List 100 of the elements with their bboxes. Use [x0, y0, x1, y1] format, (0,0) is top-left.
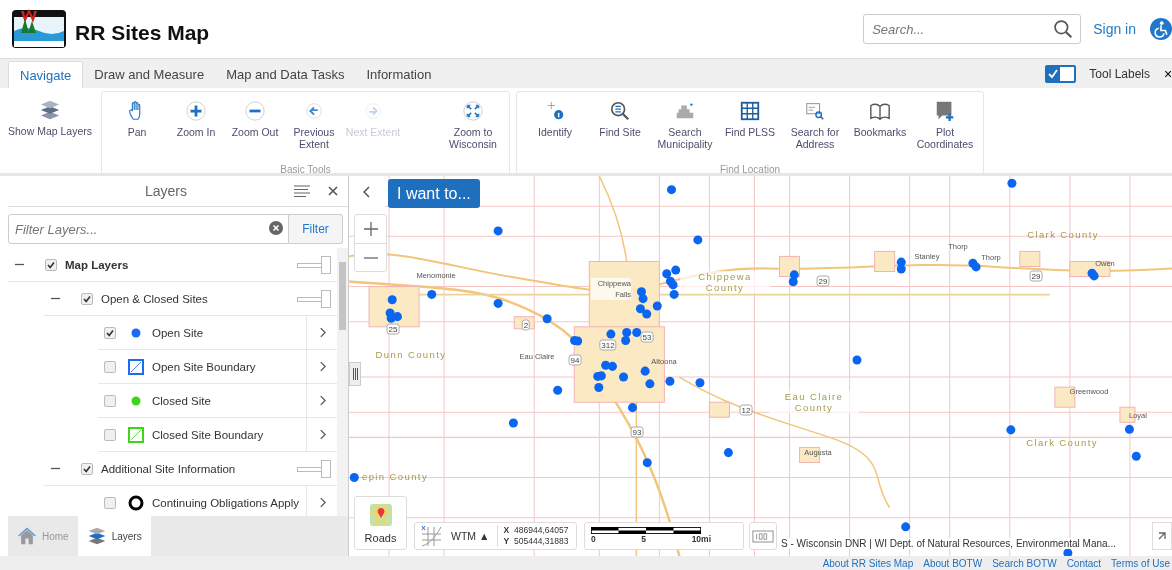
site-marker[interactable]: [1007, 178, 1017, 188]
site-marker[interactable]: [896, 264, 906, 274]
footer-link[interactable]: Contact: [1066, 557, 1102, 569]
close-icon[interactable]: [328, 186, 338, 196]
toolbar-button[interactable]: Bookmarks: [848, 92, 912, 158]
layer-checkbox[interactable]: [104, 360, 116, 373]
site-marker[interactable]: [628, 403, 637, 413]
site-marker[interactable]: [493, 226, 503, 236]
toolbar-button[interactable]: Zoom to Wisconsin: [443, 92, 503, 158]
menu-icon[interactable]: [294, 185, 310, 197]
opacity-slider[interactable]: [297, 255, 331, 274]
layer-checkbox[interactable]: [104, 428, 116, 441]
close-button[interactable]: ×: [1164, 65, 1172, 82]
site-marker[interactable]: [669, 289, 679, 299]
layer-name[interactable]: Additional Site Information: [101, 462, 297, 475]
basemap-button[interactable]: Roads: [354, 496, 407, 550]
site-marker[interactable]: [1131, 451, 1141, 461]
site-marker[interactable]: [573, 336, 583, 346]
site-marker[interactable]: [640, 366, 650, 376]
layer-name[interactable]: Open Site Boundary: [152, 360, 306, 373]
footer-link[interactable]: Search BOTW: [992, 557, 1057, 569]
search-field[interactable]: Search...: [863, 14, 1082, 44]
layer-name[interactable]: Map Layers: [65, 258, 297, 271]
site-marker[interactable]: [723, 448, 733, 458]
site-marker[interactable]: [387, 295, 397, 305]
site-marker[interactable]: [1006, 425, 1016, 435]
site-marker[interactable]: [642, 309, 652, 319]
site-marker[interactable]: [1089, 271, 1099, 281]
search-icon[interactable]: [1053, 19, 1074, 39]
layer-name[interactable]: Open & Closed Sites: [101, 292, 297, 305]
toolbar-button[interactable]: Previous Extent: [285, 92, 343, 158]
site-marker[interactable]: [652, 301, 662, 311]
site-marker[interactable]: [1124, 424, 1134, 434]
ribbon-tab[interactable]: Map and Data Tasks: [215, 61, 356, 88]
layer-checkbox[interactable]: [104, 496, 116, 509]
layer-checkbox[interactable]: [81, 462, 93, 475]
site-marker[interactable]: [645, 379, 655, 389]
site-marker[interactable]: [667, 185, 676, 195]
site-marker[interactable]: [668, 280, 678, 290]
site-marker[interactable]: [852, 355, 862, 365]
projection-selector[interactable]: WTM ▲: [451, 530, 490, 542]
site-marker[interactable]: [671, 265, 681, 275]
site-marker[interactable]: [607, 361, 617, 371]
toolbar-button[interactable]: Plot Coordinates: [913, 92, 977, 158]
chevron-right-icon[interactable]: [318, 497, 326, 508]
ribbon-tab[interactable]: Information: [355, 61, 443, 88]
footer-link[interactable]: Terms of Use: [1111, 557, 1170, 569]
site-marker[interactable]: [622, 328, 632, 338]
toolbar-button[interactable]: Find Site: [588, 92, 652, 158]
scrollbar[interactable]: [337, 248, 348, 516]
chevron-right-icon[interactable]: [318, 327, 326, 338]
opacity-slider[interactable]: [297, 289, 331, 308]
site-marker[interactable]: [971, 262, 981, 272]
filter-button[interactable]: Filter: [289, 214, 343, 244]
layer-checkbox[interactable]: [81, 292, 93, 305]
layer-checkbox[interactable]: [45, 258, 57, 271]
layer-name[interactable]: Closed Site: [152, 394, 306, 407]
layer-checkbox[interactable]: [104, 326, 116, 339]
site-marker[interactable]: [606, 329, 616, 339]
site-marker[interactable]: [662, 269, 672, 279]
site-marker[interactable]: [665, 376, 675, 386]
panel-resize-handle[interactable]: [349, 362, 361, 386]
ribbon-tab[interactable]: Draw and Measure: [83, 61, 216, 88]
tool-labels-toggle[interactable]: [1045, 64, 1077, 83]
site-marker[interactable]: [638, 294, 648, 304]
sign-in-link[interactable]: Sign in: [1093, 21, 1136, 37]
site-marker[interactable]: [621, 335, 631, 345]
site-marker[interactable]: [427, 289, 437, 299]
toolbar-button[interactable]: Search for Address: [783, 92, 847, 158]
site-marker[interactable]: [349, 472, 359, 482]
toolbar-button[interactable]: Zoom Out: [226, 92, 284, 158]
site-marker[interactable]: [901, 522, 911, 532]
footer-link[interactable]: About RR Sites Map: [822, 557, 914, 569]
ribbon-tab[interactable]: Navigate: [8, 61, 84, 88]
chevron-right-icon[interactable]: [318, 429, 326, 440]
toolbar-button[interactable]: Find PLSS: [718, 92, 782, 158]
chevron-right-icon[interactable]: [318, 361, 326, 372]
i-want-to-button[interactable]: I want to...: [388, 179, 480, 208]
opacity-slider[interactable]: [297, 459, 331, 478]
site-marker[interactable]: [553, 385, 563, 395]
site-marker[interactable]: [632, 328, 642, 338]
site-marker[interactable]: [508, 418, 518, 428]
site-marker[interactable]: [642, 458, 652, 468]
panel-tab[interactable]: Layers: [77, 516, 151, 556]
site-marker[interactable]: [542, 314, 552, 324]
site-marker[interactable]: [896, 257, 906, 267]
site-marker[interactable]: [392, 312, 402, 322]
footer-link[interactable]: About BOTW: [923, 557, 983, 569]
clear-icon[interactable]: [269, 221, 283, 235]
site-marker[interactable]: [1063, 548, 1073, 556]
layer-name[interactable]: Continuing Obligations Apply: [152, 496, 306, 509]
chevron-right-icon[interactable]: [318, 395, 326, 406]
site-marker[interactable]: [594, 383, 604, 393]
toolbar-button[interactable]: Search Municipality: [653, 92, 717, 158]
site-marker[interactable]: [693, 235, 703, 245]
site-marker[interactable]: [493, 298, 503, 308]
show-map-layers-button[interactable]: Show Map Layers: [5, 91, 95, 157]
filter-layers-field[interactable]: Filter Layers...: [8, 214, 289, 244]
layer-checkbox[interactable]: [104, 394, 116, 407]
toolbar-button[interactable]: Identify: [523, 92, 587, 158]
